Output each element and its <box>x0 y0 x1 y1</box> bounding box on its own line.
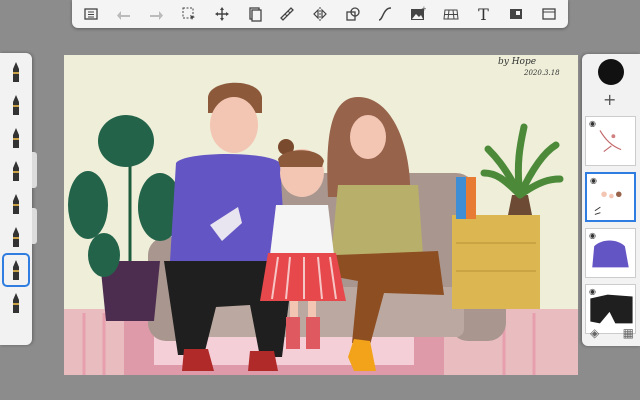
fullscreen-icon[interactable] <box>538 3 560 25</box>
brush-preset-7[interactable] <box>2 253 30 287</box>
brush-nib-icon <box>13 227 19 247</box>
brush-nib-icon <box>13 161 19 181</box>
brush-preset-2[interactable] <box>4 90 28 120</box>
visibility-eye-icon[interactable]: ◉ <box>589 287 596 296</box>
brush-preset-6[interactable] <box>4 222 28 252</box>
ruler-icon[interactable] <box>276 3 298 25</box>
brush-nib-icon <box>13 260 19 280</box>
curve-icon[interactable] <box>374 3 396 25</box>
brush-panel <box>0 53 32 345</box>
layer-grid-icon[interactable]: ▦ <box>623 326 634 340</box>
select-icon[interactable] <box>178 3 200 25</box>
layer-settings-icon[interactable]: ◈ <box>590 326 599 340</box>
redo-icon[interactable] <box>145 3 167 25</box>
current-color-swatch[interactable] <box>598 59 624 85</box>
artwork <box>64 82 578 375</box>
layer-thumbnail-figures[interactable]: ◉ <box>585 172 636 222</box>
signature-text: by Hope <box>498 57 537 67</box>
visibility-eye-icon[interactable]: ◉ <box>589 231 596 240</box>
top-toolbar: + T <box>72 0 568 28</box>
signature-date: 2020.3.18 <box>524 69 560 77</box>
shapes-icon[interactable] <box>342 3 364 25</box>
move-icon[interactable] <box>211 3 233 25</box>
brush-preset-8[interactable] <box>4 288 28 318</box>
image-icon[interactable]: + <box>407 3 429 25</box>
layers-panel-footer: ◈ ▦ <box>590 326 634 340</box>
brush-preset-5[interactable] <box>4 189 28 219</box>
reference-icon[interactable] <box>505 3 527 25</box>
list-icon[interactable] <box>80 3 102 25</box>
brush-opacity-handle[interactable] <box>32 208 37 244</box>
brush-nib-icon <box>13 194 19 214</box>
text-icon[interactable]: T <box>472 3 494 25</box>
layer-thumbnail-purple-sweater[interactable]: ◉ <box>585 228 636 278</box>
visibility-eye-icon[interactable]: ◉ <box>590 176 597 185</box>
undo-icon[interactable] <box>113 3 135 25</box>
add-layer-button[interactable]: + <box>603 92 616 108</box>
visibility-eye-icon[interactable]: ◉ <box>589 119 596 128</box>
brush-nib-icon <box>13 128 19 148</box>
drawing-canvas[interactable]: by Hope 2020.3.18 <box>64 55 578 375</box>
brush-size-handle[interactable] <box>32 152 37 188</box>
brush-nib-icon <box>13 95 19 115</box>
artist-signature: by Hope 2020.3.18 <box>498 57 560 77</box>
symmetry-icon[interactable] <box>309 3 331 25</box>
brush-nib-icon <box>13 293 19 313</box>
layer-stack-icon[interactable] <box>244 3 266 25</box>
brush-preset-3[interactable] <box>4 123 28 153</box>
svg-text:+: + <box>421 6 426 13</box>
layer-thumbnail-sketch[interactable]: ◉ <box>585 116 636 166</box>
layers-panel: + ◉ ◉ ◉ ◉ ◈ ▦ <box>582 54 640 346</box>
brush-preset-4[interactable] <box>4 156 28 186</box>
brush-nib-icon <box>13 62 19 82</box>
perspective-grid-icon[interactable] <box>440 3 462 25</box>
brush-preset-1[interactable] <box>4 57 28 87</box>
